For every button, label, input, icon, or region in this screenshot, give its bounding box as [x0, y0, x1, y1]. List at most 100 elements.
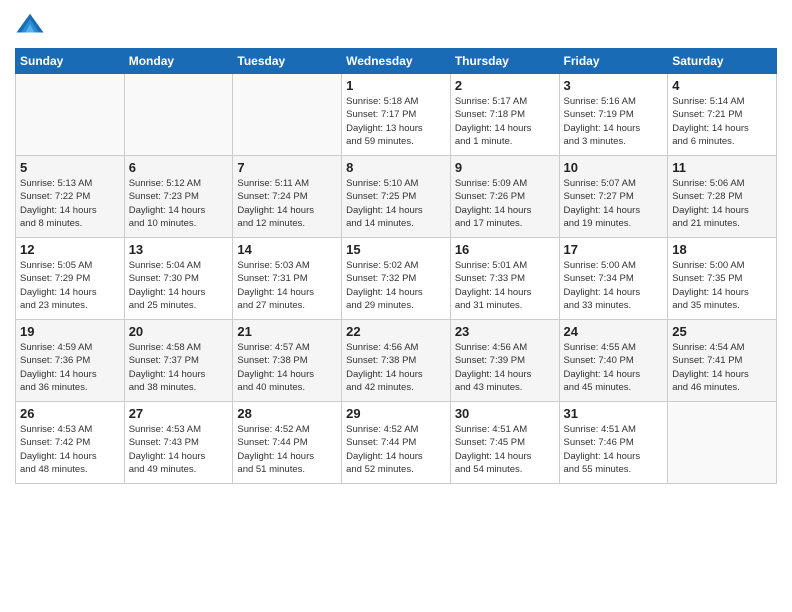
day-number: 19	[20, 324, 120, 339]
weekday-header-saturday: Saturday	[668, 49, 777, 74]
day-info: Sunrise: 5:10 AMSunset: 7:25 PMDaylight:…	[346, 177, 446, 230]
day-number: 26	[20, 406, 120, 421]
day-number: 23	[455, 324, 555, 339]
calendar-cell: 24Sunrise: 4:55 AMSunset: 7:40 PMDayligh…	[559, 320, 668, 402]
day-number: 28	[237, 406, 337, 421]
day-info: Sunrise: 5:00 AMSunset: 7:34 PMDaylight:…	[564, 259, 664, 312]
day-number: 27	[129, 406, 229, 421]
day-number: 10	[564, 160, 664, 175]
day-info: Sunrise: 4:51 AMSunset: 7:45 PMDaylight:…	[455, 423, 555, 476]
calendar-header: SundayMondayTuesdayWednesdayThursdayFrid…	[16, 49, 777, 74]
day-info: Sunrise: 5:17 AMSunset: 7:18 PMDaylight:…	[455, 95, 555, 148]
header	[15, 10, 777, 40]
weekday-header-thursday: Thursday	[450, 49, 559, 74]
calendar-cell: 15 Sunrise: 5:02 AMSunset: 7:32 PMDayligh…	[342, 238, 451, 320]
day-number: 15	[346, 242, 446, 257]
day-info: Sunrise: 5:12 AMSunset: 7:23 PMDaylight:…	[129, 177, 229, 230]
calendar-cell: 23Sunrise: 4:56 AMSunset: 7:39 PMDayligh…	[450, 320, 559, 402]
calendar-cell: 10 Sunrise: 5:07 AMSunset: 7:27 PMDayligh…	[559, 156, 668, 238]
day-number: 20	[129, 324, 229, 339]
calendar-cell: 28 Sunrise: 4:52 AMSunset: 7:44 PMDayligh…	[233, 402, 342, 484]
day-info: Sunrise: 4:58 AMSunset: 7:37 PMDaylight:…	[129, 341, 229, 394]
day-info: Sunrise: 4:55 AMSunset: 7:40 PMDaylight:…	[564, 341, 664, 394]
day-info: Sunrise: 4:57 AMSunset: 7:38 PMDaylight:…	[237, 341, 337, 394]
day-info: Sunrise: 5:18 AMSunset: 7:17 PMDaylight:…	[346, 95, 446, 148]
day-info: Sunrise: 4:52 AMSunset: 7:44 PMDaylight:…	[237, 423, 337, 476]
calendar-body: 1 Sunrise: 5:18 AMSunset: 7:17 PMDaylight…	[16, 74, 777, 484]
day-number: 21	[237, 324, 337, 339]
day-number: 16	[455, 242, 555, 257]
day-number: 13	[129, 242, 229, 257]
calendar-cell: 17Sunrise: 5:00 AMSunset: 7:34 PMDayligh…	[559, 238, 668, 320]
day-info: Sunrise: 4:53 AMSunset: 7:43 PMDaylight:…	[129, 423, 229, 476]
day-number: 1	[346, 78, 446, 93]
day-info: Sunrise: 5:00 AMSunset: 7:35 PMDaylight:…	[672, 259, 772, 312]
day-number: 7	[237, 160, 337, 175]
day-number: 31	[564, 406, 664, 421]
day-number: 25	[672, 324, 772, 339]
calendar-cell: 18 Sunrise: 5:00 AMSunset: 7:35 PMDayligh…	[668, 238, 777, 320]
calendar-cell: 6 Sunrise: 5:12 AMSunset: 7:23 PMDaylight…	[124, 156, 233, 238]
calendar-cell: 20 Sunrise: 4:58 AMSunset: 7:37 PMDayligh…	[124, 320, 233, 402]
calendar-week-5: 26 Sunrise: 4:53 AMSunset: 7:42 PMDayligh…	[16, 402, 777, 484]
day-number: 6	[129, 160, 229, 175]
day-info: Sunrise: 5:06 AMSunset: 7:28 PMDaylight:…	[672, 177, 772, 230]
calendar-cell: 2 Sunrise: 5:17 AMSunset: 7:18 PMDaylight…	[450, 74, 559, 156]
calendar-cell: 26 Sunrise: 4:53 AMSunset: 7:42 PMDayligh…	[16, 402, 125, 484]
calendar-cell: 1 Sunrise: 5:18 AMSunset: 7:17 PMDaylight…	[342, 74, 451, 156]
calendar-cell: 27 Sunrise: 4:53 AMSunset: 7:43 PMDayligh…	[124, 402, 233, 484]
calendar-cell: 9Sunrise: 5:09 AMSunset: 7:26 PMDaylight…	[450, 156, 559, 238]
calendar-cell: 11 Sunrise: 5:06 AMSunset: 7:28 PMDayligh…	[668, 156, 777, 238]
calendar-cell: 31 Sunrise: 4:51 AMSunset: 7:46 PMDayligh…	[559, 402, 668, 484]
day-info: Sunrise: 4:51 AMSunset: 7:46 PMDaylight:…	[564, 423, 664, 476]
calendar-cell: 3Sunrise: 5:16 AMSunset: 7:19 PMDaylight…	[559, 74, 668, 156]
calendar-table: SundayMondayTuesdayWednesdayThursdayFrid…	[15, 48, 777, 484]
day-number: 29	[346, 406, 446, 421]
calendar-cell: 30 Sunrise: 4:51 AMSunset: 7:45 PMDayligh…	[450, 402, 559, 484]
calendar-cell: 29Sunrise: 4:52 AMSunset: 7:44 PMDayligh…	[342, 402, 451, 484]
day-info: Sunrise: 5:13 AMSunset: 7:22 PMDaylight:…	[20, 177, 120, 230]
weekday-header-friday: Friday	[559, 49, 668, 74]
logo	[15, 10, 49, 40]
day-info: Sunrise: 5:09 AMSunset: 7:26 PMDaylight:…	[455, 177, 555, 230]
day-info: Sunrise: 5:04 AMSunset: 7:30 PMDaylight:…	[129, 259, 229, 312]
day-number: 14	[237, 242, 337, 257]
calendar-cell: 7 Sunrise: 5:11 AMSunset: 7:24 PMDaylight…	[233, 156, 342, 238]
logo-icon	[15, 10, 45, 40]
day-info: Sunrise: 4:54 AMSunset: 7:41 PMDaylight:…	[672, 341, 772, 394]
calendar-cell: 14Sunrise: 5:03 AMSunset: 7:31 PMDayligh…	[233, 238, 342, 320]
weekday-header-tuesday: Tuesday	[233, 49, 342, 74]
calendar-cell: 13 Sunrise: 5:04 AMSunset: 7:30 PMDayligh…	[124, 238, 233, 320]
day-info: Sunrise: 5:14 AMSunset: 7:21 PMDaylight:…	[672, 95, 772, 148]
calendar-cell: 19 Sunrise: 4:59 AMSunset: 7:36 PMDayligh…	[16, 320, 125, 402]
calendar-week-4: 19 Sunrise: 4:59 AMSunset: 7:36 PMDayligh…	[16, 320, 777, 402]
calendar-cell: 8 Sunrise: 5:10 AMSunset: 7:25 PMDaylight…	[342, 156, 451, 238]
day-number: 30	[455, 406, 555, 421]
calendar-cell: 12 Sunrise: 5:05 AMSunset: 7:29 PMDayligh…	[16, 238, 125, 320]
day-number: 2	[455, 78, 555, 93]
weekday-header-wednesday: Wednesday	[342, 49, 451, 74]
day-info: Sunrise: 5:02 AMSunset: 7:32 PMDaylight:…	[346, 259, 446, 312]
day-info: Sunrise: 5:11 AMSunset: 7:24 PMDaylight:…	[237, 177, 337, 230]
calendar-week-3: 12 Sunrise: 5:05 AMSunset: 7:29 PMDayligh…	[16, 238, 777, 320]
day-number: 12	[20, 242, 120, 257]
calendar-cell	[124, 74, 233, 156]
weekday-header-sunday: Sunday	[16, 49, 125, 74]
calendar-cell: 4 Sunrise: 5:14 AMSunset: 7:21 PMDaylight…	[668, 74, 777, 156]
day-number: 8	[346, 160, 446, 175]
day-info: Sunrise: 5:07 AMSunset: 7:27 PMDaylight:…	[564, 177, 664, 230]
calendar-cell	[668, 402, 777, 484]
day-number: 18	[672, 242, 772, 257]
day-info: Sunrise: 4:53 AMSunset: 7:42 PMDaylight:…	[20, 423, 120, 476]
day-number: 3	[564, 78, 664, 93]
day-info: Sunrise: 4:59 AMSunset: 7:36 PMDaylight:…	[20, 341, 120, 394]
calendar-week-1: 1 Sunrise: 5:18 AMSunset: 7:17 PMDaylight…	[16, 74, 777, 156]
calendar-cell: 22Sunrise: 4:56 AMSunset: 7:38 PMDayligh…	[342, 320, 451, 402]
day-number: 5	[20, 160, 120, 175]
calendar-week-2: 5 Sunrise: 5:13 AMSunset: 7:22 PMDaylight…	[16, 156, 777, 238]
day-info: Sunrise: 5:05 AMSunset: 7:29 PMDaylight:…	[20, 259, 120, 312]
calendar-cell: 21 Sunrise: 4:57 AMSunset: 7:38 PMDayligh…	[233, 320, 342, 402]
weekday-row: SundayMondayTuesdayWednesdayThursdayFrid…	[16, 49, 777, 74]
day-number: 11	[672, 160, 772, 175]
day-number: 4	[672, 78, 772, 93]
